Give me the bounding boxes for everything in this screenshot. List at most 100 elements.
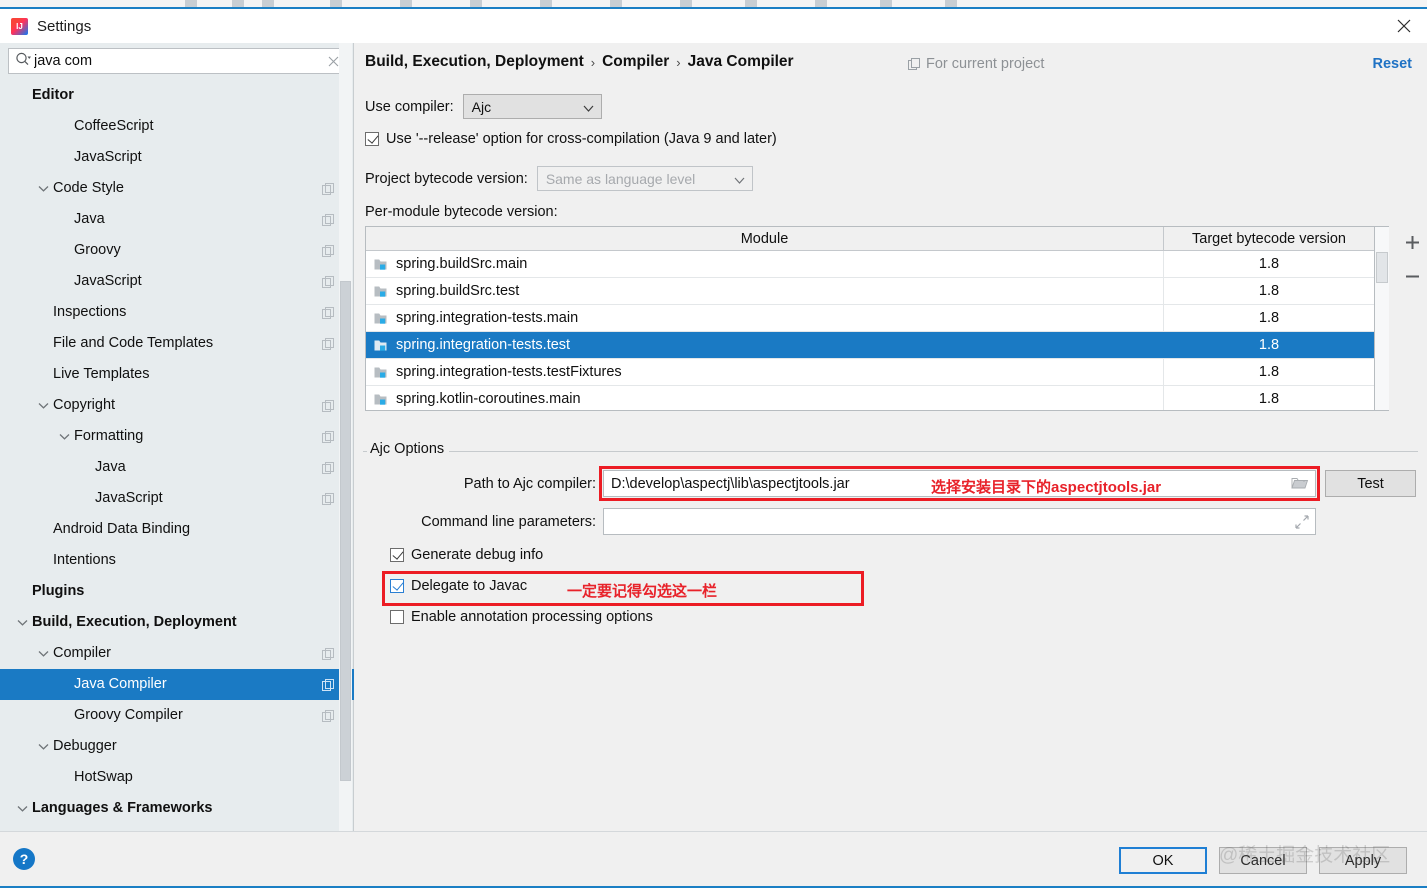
table-row[interactable]: spring.kotlin-coroutines.main 1.8 — [366, 386, 1374, 410]
chevron-down-icon[interactable] — [33, 173, 53, 204]
dialog-body: java com Editor CoffeeScript JavaScript Cod… — [0, 43, 1427, 831]
use-release-option-checkbox[interactable]: Use '--release' option for cross-compila… — [365, 131, 777, 147]
module-icon — [374, 365, 389, 379]
sidebar-item-java[interactable]: Java — [0, 204, 354, 235]
sidebar-item-label: Android Data Binding — [53, 521, 191, 538]
table-cell-target[interactable]: 1.8 — [1164, 359, 1374, 385]
table-cell-target[interactable]: 1.8 — [1164, 251, 1374, 277]
search-input[interactable]: java com — [8, 48, 346, 74]
per-module-table-zone: Module Target bytecode version spring.bu… — [365, 226, 1419, 411]
sidebar-item-build-execution-deployment[interactable]: Build, Execution, Deployment — [0, 607, 354, 638]
sidebar-item-javascript[interactable]: JavaScript — [0, 483, 354, 514]
sidebar-item-java[interactable]: Java — [0, 452, 354, 483]
copy-settings-icon — [908, 58, 920, 70]
chevron-down-icon[interactable] — [33, 638, 53, 669]
copy-settings-icon — [322, 430, 334, 443]
cancel-button[interactable]: Cancel — [1219, 847, 1307, 874]
module-name: spring.integration-tests.testFixtures — [396, 364, 622, 380]
sidebar-item-groovy[interactable]: Groovy — [0, 235, 354, 266]
sidebar-item-plugins[interactable]: Plugins — [0, 576, 354, 607]
sidebar-item-javascript[interactable]: JavaScript — [0, 266, 354, 297]
table-cell-target[interactable]: 1.8 — [1164, 332, 1374, 358]
sidebar-item-javascript[interactable]: JavaScript — [0, 142, 354, 173]
column-header-module[interactable]: Module — [366, 227, 1164, 250]
project-bytecode-select[interactable]: Same as language level — [536, 166, 753, 191]
sidebar-item-copyright[interactable]: Copyright — [0, 390, 354, 421]
sidebar-item-hotswap[interactable]: HotSwap — [0, 762, 354, 793]
sidebar-item-code-style[interactable]: Code Style — [0, 173, 354, 204]
table-scrollbar[interactable] — [1375, 226, 1389, 411]
table-scroll-thumb[interactable] — [1376, 252, 1388, 283]
expand-icon[interactable] — [1295, 514, 1309, 529]
remove-module-button[interactable] — [1399, 264, 1425, 288]
module-name: spring.integration-tests.main — [396, 310, 579, 326]
use-compiler-select[interactable]: Ajc — [462, 94, 602, 119]
sidebar-item-languages-frameworks[interactable]: Languages & Frameworks — [0, 793, 354, 824]
test-button[interactable]: Test — [1325, 470, 1416, 497]
sidebar-item-android-data-binding[interactable]: Android Data Binding — [0, 514, 354, 545]
sidebar-item-label: Compiler — [53, 645, 112, 662]
sidebar-item-live-templates[interactable]: Live Templates — [0, 359, 354, 390]
annotation-note-delegate: 一定要记得勾选这一栏 — [567, 583, 718, 600]
chevron-down-icon[interactable] — [54, 421, 74, 452]
copy-settings-icon — [322, 709, 334, 722]
sidebar-scroll-thumb[interactable] — [340, 281, 351, 781]
chevron-down-icon[interactable] — [12, 607, 32, 638]
sidebar-item-groovy-compiler[interactable]: Groovy Compiler — [0, 700, 354, 731]
table-row[interactable]: spring.buildSrc.main 1.8 — [366, 251, 1374, 278]
sidebar-item-label: HotSwap — [74, 769, 133, 786]
chevron-down-icon[interactable] — [33, 731, 53, 762]
help-icon[interactable]: ? — [13, 848, 35, 870]
table-cell-target[interactable]: 1.8 — [1164, 305, 1374, 331]
settings-dialog: Settings java com — [0, 0, 1427, 888]
sidebar-scrollbar[interactable] — [339, 43, 352, 831]
sidebar-item-label: Editor — [32, 87, 74, 104]
generate-debug-info-checkbox[interactable]: Generate debug info — [390, 547, 543, 563]
delegate-to-javac-label: Delegate to Javac — [411, 578, 528, 594]
sidebar-item-editor[interactable]: Editor — [0, 80, 354, 111]
table-row[interactable]: spring.integration-tests.test 1.8 — [366, 332, 1374, 359]
command-line-input[interactable] — [603, 508, 1316, 535]
column-header-target[interactable]: Target bytecode version — [1164, 227, 1374, 250]
copy-settings-icon — [322, 647, 334, 660]
table-cell-target[interactable]: 1.8 — [1164, 386, 1374, 410]
table-cell-target[interactable]: 1.8 — [1164, 278, 1374, 304]
apply-button[interactable]: Apply — [1319, 847, 1407, 874]
sidebar-item-intentions[interactable]: Intentions — [0, 545, 354, 576]
folder-browse-icon[interactable] — [1291, 476, 1309, 492]
table-row[interactable]: spring.integration-tests.testFixtures 1.8 — [366, 359, 1374, 386]
sidebar-item-formatting[interactable]: Formatting — [0, 421, 354, 452]
breadcrumb-item-1[interactable]: Compiler — [602, 53, 669, 71]
sidebar-item-file-and-code-templates[interactable]: File and Code Templates — [0, 328, 354, 359]
sidebar-item-label: Plugins — [32, 583, 85, 600]
table-row[interactable]: spring.integration-tests.main 1.8 — [366, 305, 1374, 332]
use-compiler-value: Ajc — [471, 98, 492, 115]
copy-settings-icon — [322, 244, 334, 257]
ok-button[interactable]: OK — [1119, 847, 1207, 874]
sidebar-item-coffeescript[interactable]: CoffeeScript — [0, 111, 354, 142]
table-cell-module: spring.kotlin-coroutines.main — [366, 386, 1164, 410]
chevron-down-icon[interactable] — [33, 390, 53, 421]
use-compiler-label: Use compiler: — [365, 98, 454, 115]
sidebar-item-debugger[interactable]: Debugger — [0, 731, 354, 762]
delegate-to-javac-checkbox[interactable]: Delegate to Javac — [390, 578, 527, 594]
sidebar-item-compiler[interactable]: Compiler — [0, 638, 354, 669]
enable-annotation-processing-checkbox[interactable]: Enable annotation processing options — [390, 609, 653, 625]
breadcrumb: Build, Execution, Deployment › Compiler … — [365, 53, 794, 71]
close-icon[interactable] — [1380, 9, 1427, 43]
table-cell-module: spring.integration-tests.testFixtures — [366, 359, 1164, 385]
add-module-button[interactable] — [1399, 230, 1425, 254]
breadcrumb-item-2[interactable]: Java Compiler — [688, 53, 794, 71]
table-row[interactable]: spring.buildSrc.test 1.8 — [366, 278, 1374, 305]
sidebar-item-label: JavaScript — [74, 149, 142, 166]
breadcrumb-item-0[interactable]: Build, Execution, Deployment — [365, 53, 584, 71]
sidebar-item-java-compiler[interactable]: Java Compiler — [0, 669, 354, 700]
chevron-down-icon[interactable] — [12, 793, 32, 824]
sidebar-item-inspections[interactable]: Inspections — [0, 297, 354, 328]
reset-link[interactable]: Reset — [1373, 56, 1413, 72]
